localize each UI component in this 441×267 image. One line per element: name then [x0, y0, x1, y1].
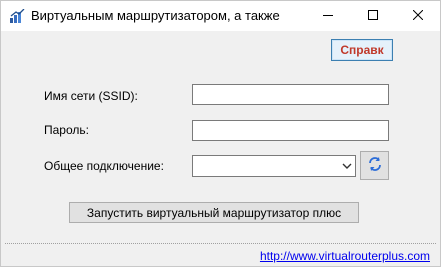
website-link[interactable]: http://www.virtualrouterplus.com: [260, 249, 430, 263]
start-router-button[interactable]: Запустить виртуальный маршрутизатор плюс: [69, 202, 359, 223]
refresh-icon: [367, 156, 383, 175]
ssid-input[interactable]: [192, 84, 389, 105]
chevron-down-icon: [341, 160, 353, 172]
client-area: Справк Имя сети (SSID): Пароль: Общее по…: [1, 31, 440, 266]
minimize-button[interactable]: [305, 1, 350, 30]
password-input[interactable]: [192, 120, 389, 141]
close-icon: [412, 9, 423, 23]
password-label: Пароль:: [44, 123, 89, 137]
ssid-label: Имя сети (SSID):: [44, 89, 138, 103]
help-button[interactable]: Справк: [331, 39, 393, 61]
app-window: Виртуальным маршрутизатором, а также Спр…: [0, 0, 441, 267]
window-title: Виртуальным маршрутизатором, а также: [31, 8, 280, 23]
maximize-icon: [367, 9, 378, 23]
minimize-icon: [322, 9, 333, 23]
router-app-icon: [9, 8, 25, 23]
footer-divider: [5, 243, 436, 244]
title-bar[interactable]: Виртуальным маршрутизатором, а также: [1, 1, 440, 31]
close-button[interactable]: [395, 1, 440, 30]
maximize-button[interactable]: [350, 1, 395, 30]
connection-select[interactable]: [192, 155, 356, 177]
connection-label: Общее подключение:: [44, 159, 164, 173]
refresh-connections-button[interactable]: [360, 151, 389, 180]
